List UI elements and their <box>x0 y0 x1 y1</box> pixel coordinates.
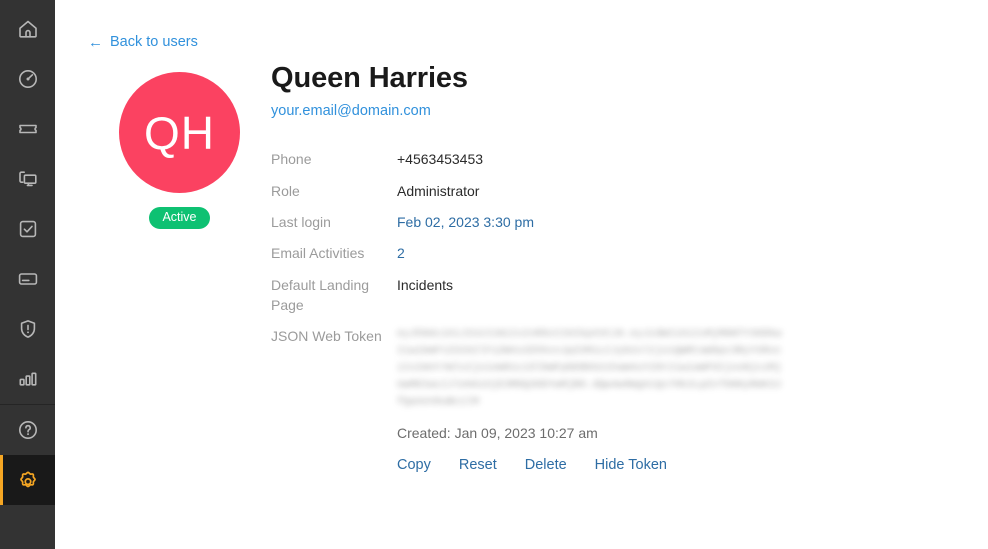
home-icon <box>16 17 40 41</box>
user-details-list: Phone +4563453453 Role Administrator Last lo… <box>271 149 988 473</box>
main-content: ← Back to users QH Active Queen Harries … <box>55 0 988 549</box>
shield-alert-icon <box>16 317 40 341</box>
detail-label: Last login <box>271 213 331 230</box>
avatar-column: QH Active <box>88 62 271 229</box>
sidebar-item-tickets[interactable] <box>0 104 55 154</box>
detail-row: Default Landing Page Incidents <box>271 275 988 316</box>
sidebar-item-incidents[interactable] <box>0 304 55 354</box>
sidebar-bottom-group <box>0 405 55 505</box>
arrow-left-icon: ← <box>88 33 103 51</box>
jwt-action-delete[interactable]: Delete <box>525 457 567 473</box>
detail-value: Incidents <box>397 276 454 293</box>
detail-row: Phone +4563453453 <box>271 149 988 169</box>
sidebar-item-dashboard[interactable] <box>0 54 55 104</box>
user-info-column: Queen Harries your.email@domain.com Phon… <box>271 62 988 473</box>
jwt-token-text: eyJhbGciOiJIUzI1NiIsInR5cCI6IkpXVCJ9.eyJ… <box>397 328 782 409</box>
detail-row: Role Administrator <box>271 181 988 201</box>
jwt-action-hide-token[interactable]: Hide Token <box>595 457 667 473</box>
user-email-link[interactable]: your.email@domain.com <box>271 103 988 119</box>
jwt-label: JSON Web Token <box>271 328 382 345</box>
detail-label: Role <box>271 182 300 199</box>
ticket-icon <box>16 117 40 141</box>
sidebar <box>0 0 55 549</box>
help-circle-icon <box>16 418 40 442</box>
page-title: Queen Harries <box>271 62 468 94</box>
back-to-users-link[interactable]: ← Back to users <box>88 34 198 50</box>
detail-value: +4563453453 <box>397 151 484 168</box>
avatar: QH <box>119 72 240 193</box>
detail-label: Email Activities <box>271 245 365 262</box>
sidebar-top-group <box>0 0 55 404</box>
detail-value[interactable]: 2 <box>397 243 405 263</box>
jwt-value-wrapper: eyJhbGciOiJIUzI1NiIsInR5cCI6IkpXVCJ9.eyJ… <box>397 326 782 411</box>
detail-row: Last login Feb 02, 2023 3:30 pm <box>271 212 988 232</box>
detail-rows-container: Phone +4563453453 Role Administrator Last lo… <box>271 149 988 315</box>
sidebar-item-home[interactable] <box>0 4 55 54</box>
jwt-action-copy[interactable]: Copy <box>397 457 431 473</box>
app-root: ← Back to users QH Active Queen Harries … <box>0 0 988 549</box>
sidebar-item-help[interactable] <box>0 405 55 455</box>
gauge-icon <box>16 67 40 91</box>
detail-label: Default Landing Page <box>271 276 370 313</box>
status-badge: Active <box>149 207 210 229</box>
monitor-folder-icon <box>16 167 40 191</box>
sidebar-item-settings[interactable] <box>0 455 55 505</box>
back-to-users-label: Back to users <box>110 34 198 50</box>
jwt-created-text: Created: Jan 09, 2023 10:27 am <box>397 425 598 442</box>
sidebar-item-assets[interactable] <box>0 154 55 204</box>
bar-chart-icon <box>16 367 40 391</box>
detail-value: Administrator <box>397 182 480 199</box>
sidebar-item-tasks[interactable] <box>0 204 55 254</box>
jwt-action-reset[interactable]: Reset <box>459 457 497 473</box>
detail-label: Phone <box>271 151 312 168</box>
gear-icon <box>15 467 41 493</box>
sidebar-item-reports[interactable] <box>0 354 55 404</box>
detail-row: Email Activities 2 <box>271 243 988 263</box>
checkbox-icon <box>16 217 40 241</box>
detail-row: JSON Web Token eyJhbGciOiJIUzI1NiIsInR5c… <box>271 326 988 411</box>
card-icon <box>16 267 40 291</box>
sidebar-item-billing[interactable] <box>0 254 55 304</box>
detail-value: Feb 02, 2023 3:30 pm <box>397 213 534 230</box>
profile-row: QH Active Queen Harries your.email@domai… <box>88 62 988 473</box>
jwt-actions: Copy Reset Delete Hide Token <box>397 457 988 473</box>
